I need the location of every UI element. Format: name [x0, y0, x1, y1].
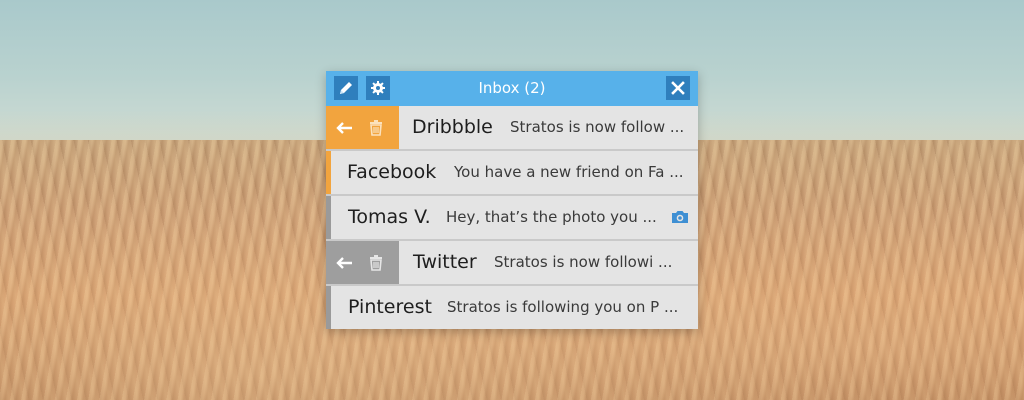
- row-actions: [326, 106, 399, 149]
- pencil-icon: [340, 82, 352, 94]
- trash-icon: [370, 119, 382, 136]
- trash-icon: [370, 254, 382, 271]
- back-arrow-icon: [336, 121, 352, 134]
- message-sender: Pinterest: [348, 296, 432, 318]
- back-arrow-icon: [336, 256, 352, 269]
- delete-button[interactable]: [365, 117, 387, 139]
- message-sender: Twitter: [413, 251, 477, 273]
- message-row[interactable]: Twitter Stratos is now followi ...: [326, 241, 698, 286]
- message-row[interactable]: Dribbble Stratos is now follow ...: [326, 106, 698, 151]
- settings-button[interactable]: [366, 76, 390, 100]
- message-row[interactable]: Facebook You have a new friend on Fa ...: [326, 151, 698, 196]
- close-button[interactable]: [666, 76, 690, 100]
- camera-icon: [672, 211, 688, 223]
- read-indicator: [326, 196, 331, 239]
- message-sender: Tomas V.: [348, 206, 431, 228]
- row-actions: [326, 241, 399, 284]
- unread-indicator: [326, 151, 331, 194]
- message-snippet: You have a new friend on Fa ...: [454, 163, 684, 181]
- message-snippet: Stratos is now follow ...: [510, 118, 685, 136]
- message-row[interactable]: Tomas V. Hey, that’s the photo you ...: [326, 196, 698, 241]
- message-sender: Dribbble: [412, 116, 493, 138]
- message-snippet: Stratos is now followi ...: [494, 253, 673, 271]
- message-sender: Facebook: [347, 161, 437, 183]
- undo-button[interactable]: [333, 117, 355, 139]
- message-snippet: Stratos is following you on P ...: [447, 298, 679, 316]
- undo-button[interactable]: [333, 252, 355, 274]
- delete-button[interactable]: [365, 252, 387, 274]
- close-icon: [671, 81, 685, 95]
- compose-button[interactable]: [334, 76, 358, 100]
- message-snippet: Hey, that’s the photo you ...: [446, 208, 657, 226]
- message-row[interactable]: Pinterest Stratos is following you on P …: [326, 286, 698, 329]
- title-bar: Inbox (2): [326, 71, 698, 106]
- read-indicator: [326, 286, 331, 329]
- gear-icon: [371, 81, 385, 95]
- inbox-window: Inbox (2) Dribbble Stratos is now follow…: [326, 71, 698, 329]
